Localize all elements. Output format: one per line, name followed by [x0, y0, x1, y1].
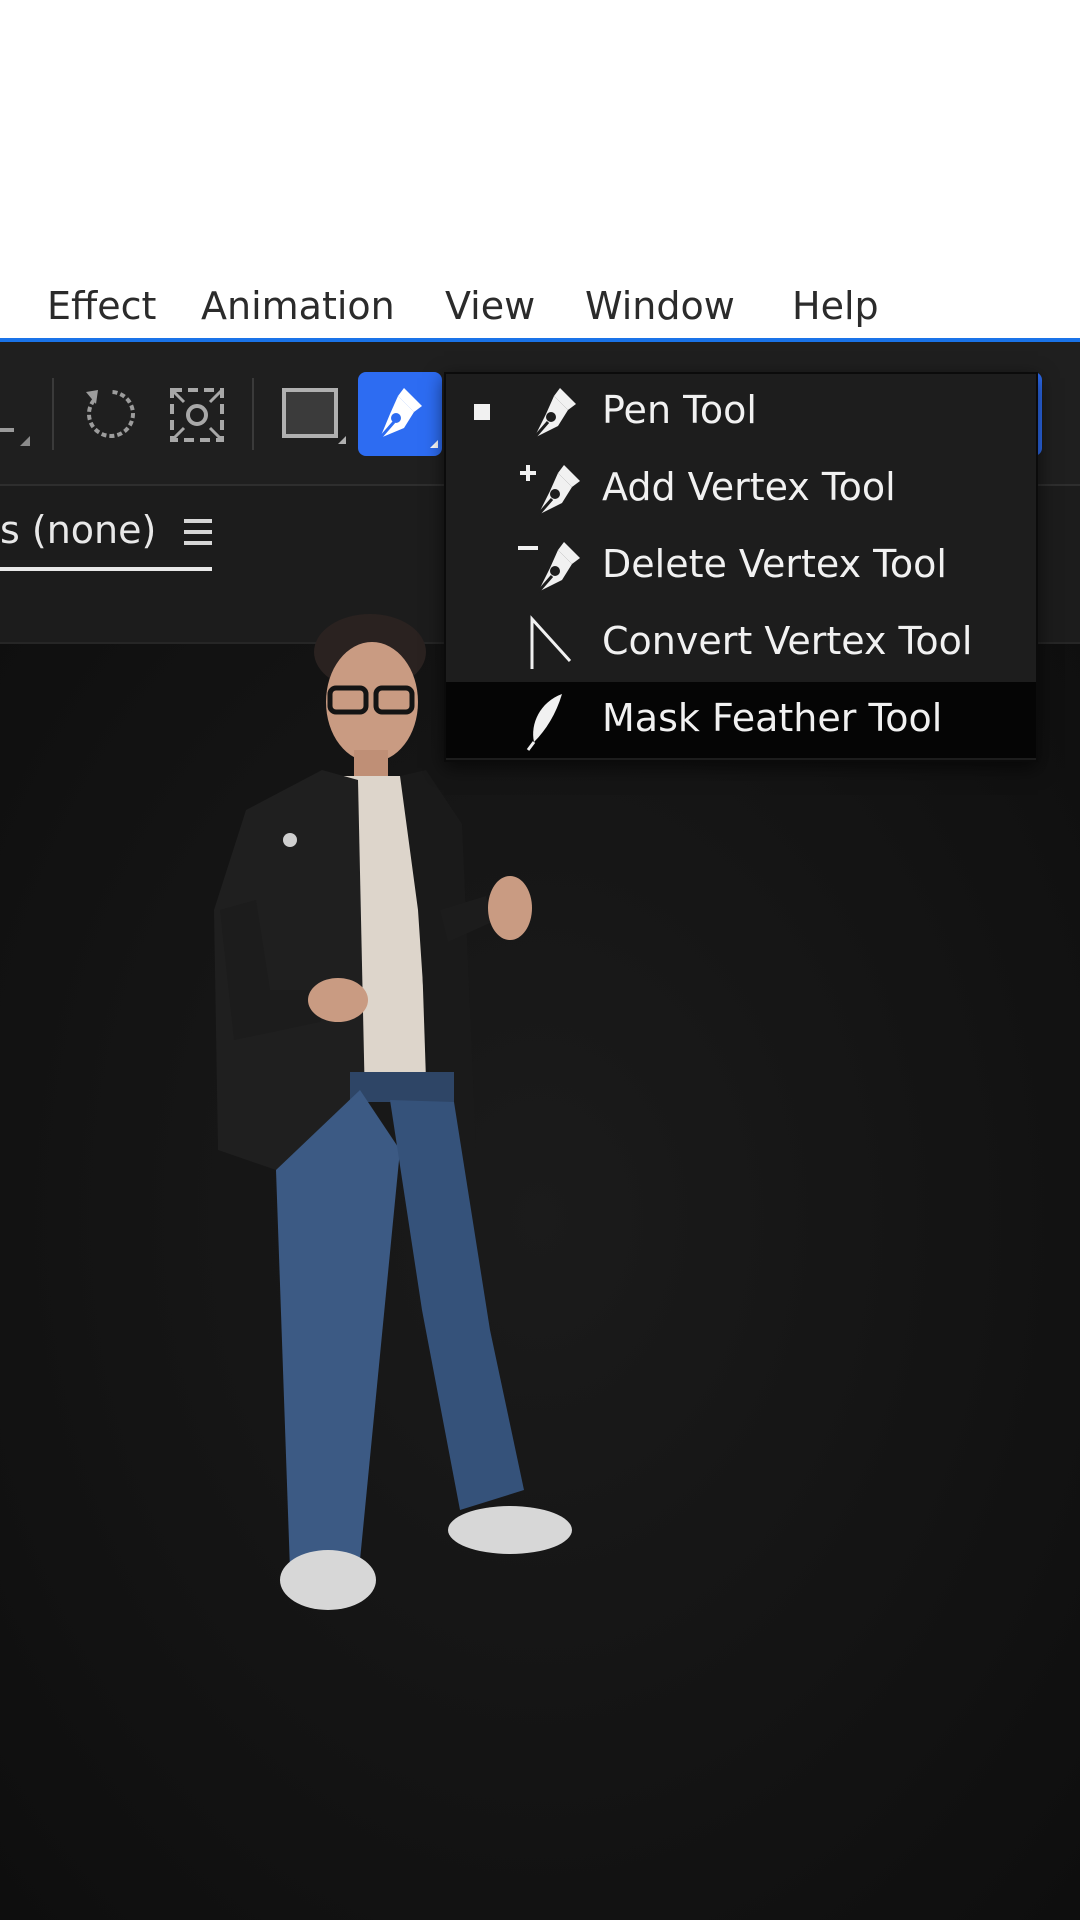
toolbar-separator	[252, 378, 254, 450]
menu-help[interactable]: Help	[792, 284, 879, 328]
menu-item-pen-tool[interactable]: Pen Tool	[446, 374, 1036, 450]
rotate-tool-button[interactable]	[78, 382, 142, 446]
delete-vertex-icon	[516, 536, 588, 598]
menu-item-label: Convert Vertex Tool	[602, 619, 973, 663]
hamburger-menu-icon[interactable]	[182, 515, 214, 549]
toolbar-separator	[52, 378, 54, 450]
menu-item-label: Delete Vertex Tool	[602, 542, 947, 586]
menu-item-label: Pen Tool	[602, 388, 757, 432]
menu-view[interactable]: View	[445, 284, 535, 328]
menu-item-add-vertex-tool[interactable]: Add Vertex Tool	[446, 451, 1036, 527]
panel-tab-underline	[0, 567, 212, 571]
feather-icon	[516, 690, 588, 752]
selected-indicator	[474, 404, 490, 420]
menu-window[interactable]: Window	[585, 284, 735, 328]
add-vertex-icon	[516, 459, 588, 521]
rotate-icon	[86, 389, 135, 438]
menu-item-delete-vertex-tool[interactable]: Delete Vertex Tool	[446, 528, 1036, 604]
anchor-point-icon	[170, 388, 224, 442]
partial-tool-icon[interactable]	[0, 400, 34, 450]
pen-tool-flyout-menu: Pen Tool Add Vertex Tool Delete Vertex T…	[444, 372, 1038, 762]
menu-item-mask-feather-tool[interactable]: Mask Feather Tool	[446, 682, 1036, 758]
menu-item-convert-vertex-tool[interactable]: Convert Vertex Tool	[446, 605, 1036, 681]
menu-item-label: Mask Feather Tool	[602, 696, 943, 740]
menu-animation[interactable]: Animation	[201, 284, 395, 328]
convert-vertex-icon	[516, 613, 588, 675]
rectangle-tool-button[interactable]	[280, 386, 348, 446]
pen-tool-button[interactable]	[358, 372, 442, 456]
menu-effect[interactable]: Effect	[47, 284, 156, 328]
panel-tab-label[interactable]: s (none)	[0, 508, 156, 552]
pen-icon	[516, 382, 588, 444]
pen-tool-icon	[378, 388, 438, 448]
menu-item-label: Add Vertex Tool	[602, 465, 896, 509]
rectangle-tool-icon	[282, 388, 346, 444]
anchor-point-tool-button[interactable]	[166, 384, 228, 446]
menu-bar: Effect Animation View Window Help	[0, 270, 1080, 338]
